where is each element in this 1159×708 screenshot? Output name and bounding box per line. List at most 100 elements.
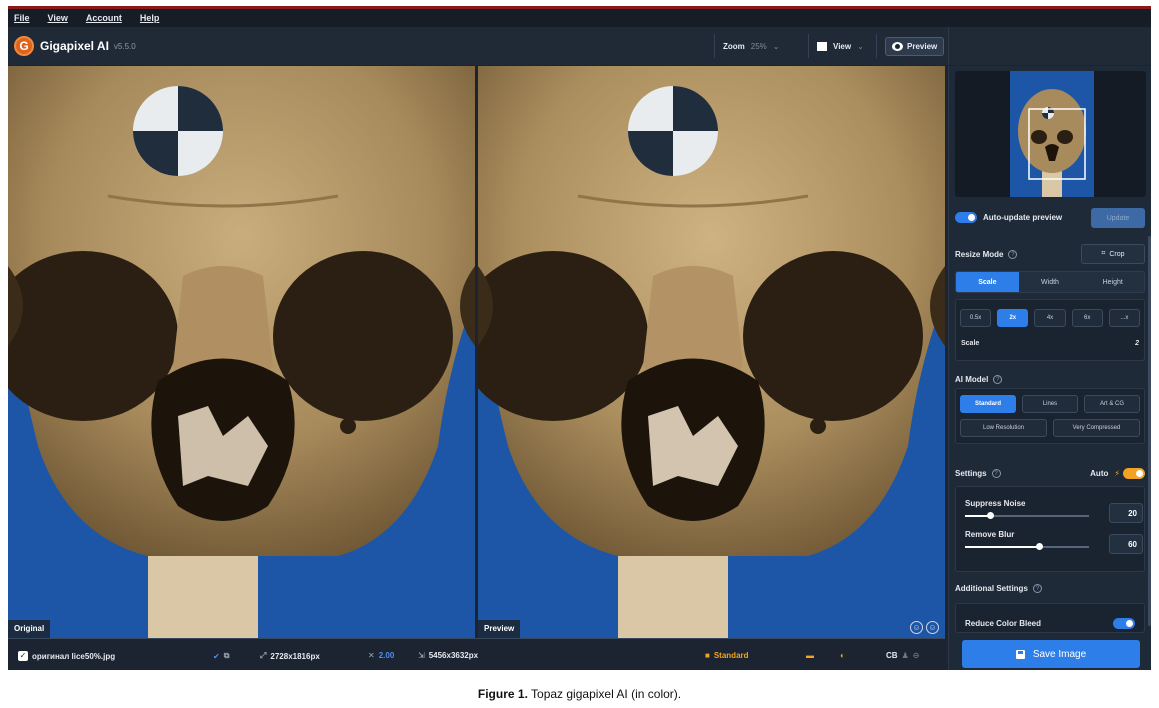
help-icon[interactable]: ? [1008, 250, 1018, 259]
model-options-row2: Low Resolution Very Compressed [955, 419, 1145, 437]
skull-image-original [8, 66, 475, 638]
ai-model-row: AI Model ? [955, 375, 1145, 384]
model-value: Standard [713, 651, 749, 660]
scale-value-row: Scale 2 [955, 340, 1145, 347]
save-image-button[interactable]: Save Image [962, 640, 1140, 668]
scale-options: 0.5x 2x 4x 6x ...x [955, 309, 1145, 327]
scale-label: Scale [961, 340, 980, 347]
sidebar-scrollbar[interactable] [1148, 236, 1151, 626]
app-window: File View Account Help G Gigapixel AI v5… [8, 6, 1151, 670]
tab-height[interactable]: Height [1081, 272, 1144, 292]
blur-icon: ◐ [840, 651, 845, 660]
update-button[interactable]: Update [1091, 208, 1145, 228]
split-view-icon [817, 41, 827, 51]
settings-row: Settings ? Auto ⚡ [955, 468, 1145, 479]
figure-number: Figure 1. [477, 687, 528, 701]
figure-caption: Figure 1. Topaz gigapixel AI (in color). [0, 687, 1159, 701]
lightning-icon: ⚡ [1114, 469, 1120, 478]
face-recovery-icon[interactable]: ☺ [910, 621, 923, 634]
crop-button-label: Crop [1109, 250, 1125, 258]
original-pane-label: Original [8, 620, 51, 638]
scale-option-0-5x[interactable]: 0.5x [960, 309, 992, 327]
skull-image-preview [478, 66, 945, 638]
preview-button[interactable]: Preview [885, 36, 945, 56]
original-pane[interactable]: Original [8, 66, 475, 638]
suppress-noise-knob[interactable] [986, 512, 994, 519]
open-external-icon[interactable]: ⧉ [224, 651, 230, 661]
input-size-value: 2728x1816px [270, 651, 320, 661]
image-panes: Original Preview ☺ ☺ [8, 66, 945, 638]
menu-bar: File View Account Help [8, 9, 1151, 27]
thumbnail-image [1010, 71, 1094, 197]
app-name: Gigapixel AI [40, 39, 109, 53]
suppress-noise-slider[interactable] [965, 512, 1089, 519]
additional-settings-row: Additional Settings ? [955, 584, 1145, 593]
model-lines[interactable]: Lines [1022, 395, 1078, 413]
scale-value: 2.00 [378, 651, 395, 660]
tab-scale[interactable]: Scale [956, 272, 1019, 292]
preview-pane[interactable]: Preview ☺ ☺ [478, 66, 945, 638]
scale-option-2x[interactable]: 2x [997, 309, 1029, 327]
reduce-color-bleed-toggle[interactable] [1113, 618, 1135, 629]
title-bar: G Gigapixel AI v5.5.0 Zoom 25% ⌄ View ⌄ … [8, 27, 948, 65]
remove-blur-slider[interactable] [965, 543, 1089, 550]
remove-icon[interactable]: ⊖ [913, 651, 920, 660]
preview-toggle: Preview [876, 34, 952, 58]
settings-label: Settings [955, 469, 987, 478]
tab-width[interactable]: Width [1019, 272, 1082, 292]
noise-icon: ▬ [806, 651, 814, 660]
navigator-thumbnail[interactable] [955, 71, 1146, 197]
output-size-value: 5456x3632px [428, 651, 479, 660]
help-icon[interactable]: ? [993, 375, 1003, 384]
eye-icon [892, 41, 903, 51]
output-size-icon: ⇲ [418, 651, 425, 660]
help-icon[interactable]: ? [991, 469, 1001, 478]
model-standard[interactable]: Standard [960, 395, 1016, 413]
image-size-icon: ⤢ [260, 651, 267, 660]
noise-indicator: ▬ [806, 651, 814, 660]
input-size: ⤢ 2728x1816px [260, 651, 320, 661]
chevron-down-icon: ⌄ [857, 41, 864, 51]
face-buttons: ☺ ☺ [910, 621, 939, 634]
preview-button-label: Preview [907, 41, 938, 51]
save-icon [1015, 649, 1025, 659]
menu-account[interactable]: Account [86, 13, 122, 23]
help-icon[interactable]: ? [1032, 584, 1042, 593]
model-very-compressed[interactable]: Very Compressed [1053, 419, 1140, 437]
auto-label: Auto [1090, 469, 1109, 478]
resize-mode-tabs: Scale Width Height [955, 271, 1145, 293]
auto-update-label: Auto-update preview [983, 213, 1063, 222]
suppress-noise-input[interactable]: 20 [1109, 503, 1143, 523]
title-bar-right [948, 27, 1151, 65]
view-control[interactable]: View ⌄ [808, 34, 872, 58]
remove-blur-input[interactable]: 60 [1109, 534, 1143, 554]
menu-view[interactable]: View [48, 13, 68, 23]
cb-indicator: CB ♟ ⊖ [886, 651, 919, 660]
model-art-cg[interactable]: Art & CG [1084, 395, 1140, 413]
save-image-label: Save Image [1032, 648, 1087, 660]
file-name: оригинал lice50%.jpg [32, 651, 116, 661]
scale-option-6x[interactable]: 6x [1071, 309, 1103, 327]
scale-option-custom[interactable]: ...x [1108, 309, 1141, 327]
file-entry[interactable]: ✓ оригинал lice50%.jpg [18, 651, 115, 661]
scale-info: ✕ 2.00 [368, 651, 394, 660]
output-size: ⇲ 5456x3632px [418, 651, 478, 660]
file-checkbox[interactable]: ✓ [18, 651, 28, 661]
auto-settings-toggle[interactable] [1123, 468, 1145, 479]
menu-file[interactable]: File [14, 13, 30, 23]
model-info[interactable]: ■ Standard [705, 651, 749, 660]
auto-update-toggle[interactable] [955, 212, 977, 223]
menu-help[interactable]: Help [140, 13, 160, 23]
status-bar: ✓ оригинал lice50%.jpg ✔ ⧉ ⤢ 2728x1816px… [8, 638, 945, 670]
settings-sidebar: Auto-update preview Update Resize Mode ?… [948, 66, 1151, 670]
additional-settings-label: Additional Settings [955, 584, 1028, 593]
view-label: View [833, 41, 852, 51]
model-low-resolution[interactable]: Low Resolution [960, 419, 1047, 437]
cb-label: CB [886, 651, 898, 660]
scale-option-4x[interactable]: 4x [1034, 309, 1066, 327]
zoom-control[interactable]: Zoom 25% ⌄ [714, 34, 788, 58]
face-compare-icon[interactable]: ☺ [926, 621, 939, 634]
file-status: ✔ ⧉ [213, 651, 229, 661]
model-options-row1: Standard Lines Art & CG [955, 395, 1145, 413]
crop-button[interactable]: ⌗ Crop [1081, 244, 1145, 264]
